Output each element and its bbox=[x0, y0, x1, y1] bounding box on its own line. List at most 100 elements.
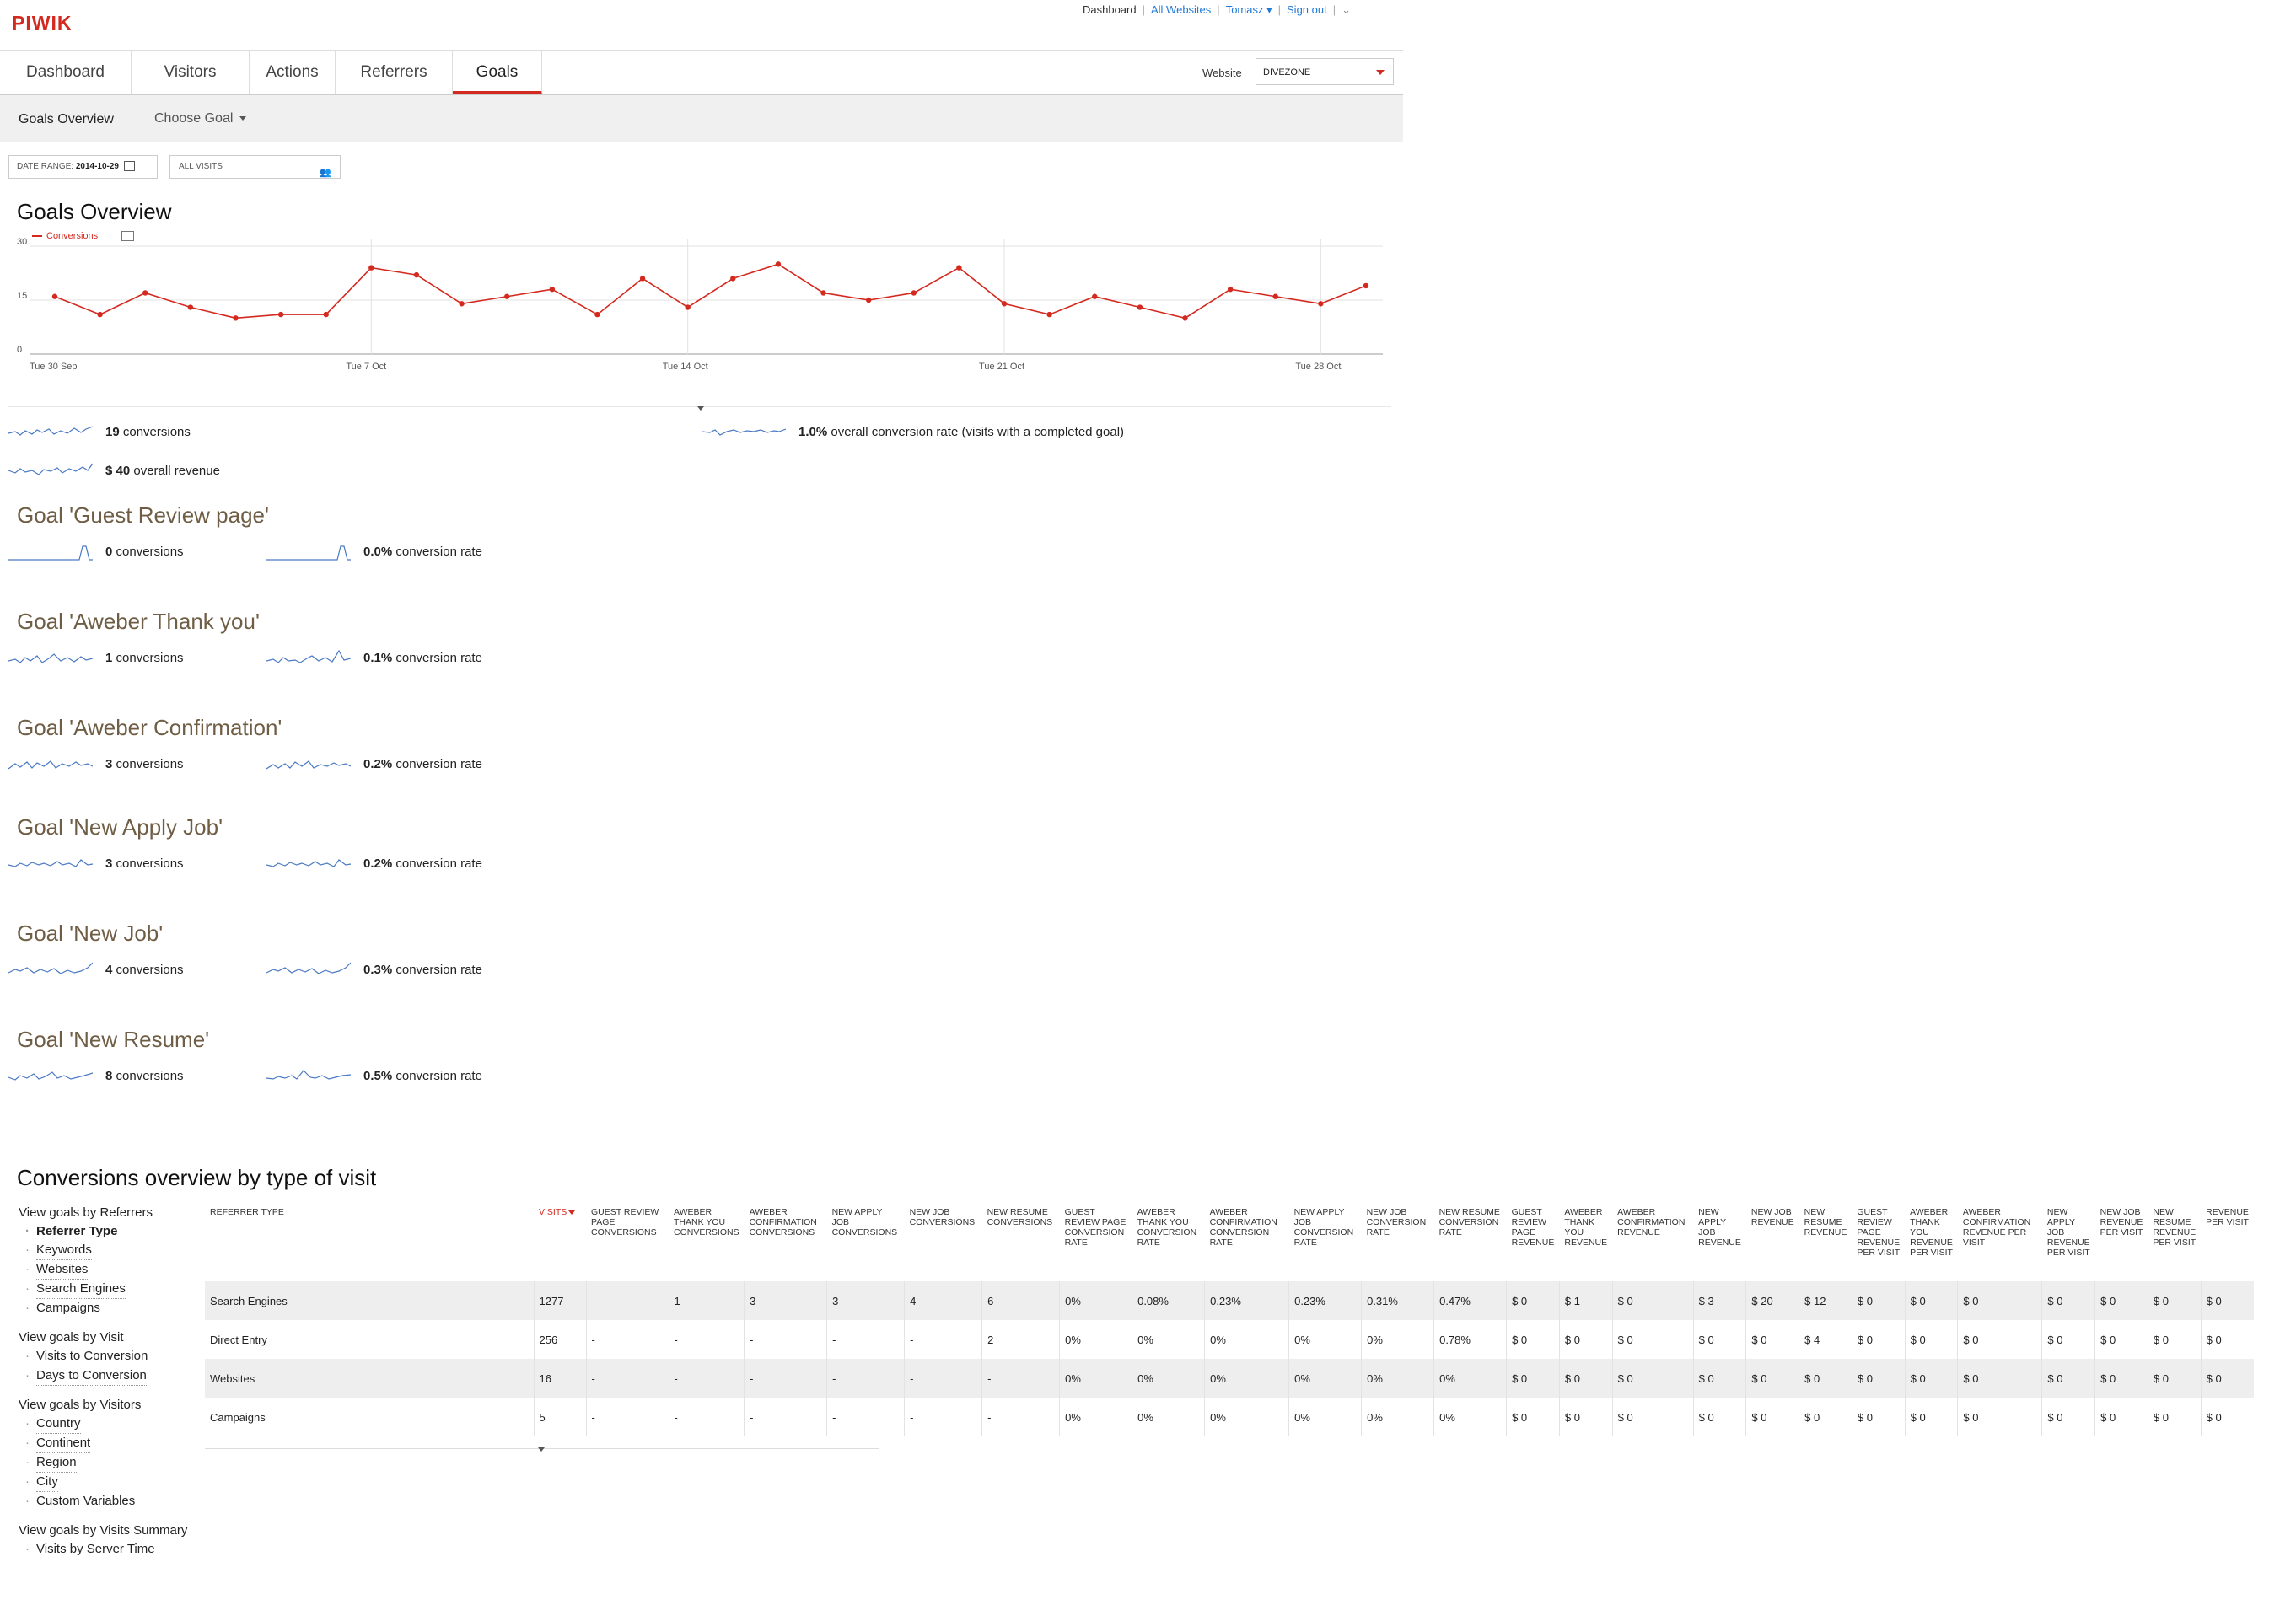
column-header[interactable]: NEW JOB CONVERSIONS bbox=[905, 1204, 982, 1281]
data-point[interactable] bbox=[142, 290, 148, 296]
nav-item-region[interactable]: Region bbox=[25, 1453, 77, 1473]
data-point[interactable] bbox=[459, 301, 465, 307]
sparkline[interactable] bbox=[702, 421, 786, 442]
date-range-picker[interactable]: DATE RANGE: 2014-10-29 bbox=[8, 155, 158, 179]
sparkline[interactable] bbox=[8, 853, 93, 873]
column-header[interactable]: AWEBER THANK YOU REVENUE PER VISIT bbox=[1905, 1204, 1958, 1281]
goal-title[interactable]: Goal 'Aweber Confirmation' bbox=[17, 715, 282, 741]
sparkline[interactable] bbox=[8, 1066, 93, 1086]
column-header[interactable]: AWEBER THANK YOU CONVERSIONS bbox=[669, 1204, 745, 1281]
data-point[interactable] bbox=[1137, 304, 1143, 310]
nav-item-keywords[interactable]: Keywords bbox=[25, 1241, 92, 1260]
data-point[interactable] bbox=[1227, 287, 1234, 293]
segment-selector[interactable]: ALL VISITS 👥 bbox=[169, 155, 341, 179]
column-header[interactable]: NEW JOB CONVERSION RATE bbox=[1362, 1204, 1434, 1281]
goals-overview-link[interactable]: Goals Overview bbox=[19, 112, 114, 127]
goal-title[interactable]: Goal 'Guest Review page' bbox=[17, 502, 269, 529]
sparkline[interactable] bbox=[266, 853, 351, 873]
column-header[interactable]: REFERRER TYPE bbox=[205, 1204, 534, 1281]
user-menu[interactable]: Tomasz ▾ bbox=[1226, 3, 1272, 16]
table-row[interactable]: Websites 16- - - - - -0% 0% 0% 0% 0% 0% $ 0 $ 0 $ 0 $ 0… bbox=[205, 1359, 2254, 1398]
sparkline[interactable] bbox=[266, 1066, 351, 1086]
column-header[interactable]: AWEBER CONFIRMATION REVENUE bbox=[1612, 1204, 1693, 1281]
column-header[interactable]: GUEST REVIEW PAGE REVENUE PER VISIT bbox=[1852, 1204, 1905, 1281]
column-header[interactable]: AWEBER THANK YOU REVENUE bbox=[1559, 1204, 1612, 1281]
nav-item-country[interactable]: Country bbox=[25, 1414, 81, 1434]
column-header[interactable]: GUEST REVIEW PAGE REVENUE bbox=[1507, 1204, 1560, 1281]
goal-title[interactable]: Goal 'Aweber Thank you' bbox=[17, 609, 260, 635]
column-header[interactable]: NEW RESUME REVENUE bbox=[1799, 1204, 1852, 1281]
table-row[interactable]: Direct Entry 256- - - - -2 0% 0% 0% 0% 0% 0.78% $ 0 $… bbox=[205, 1320, 2254, 1359]
column-header[interactable]: NEW JOB REVENUE PER VISIT bbox=[2095, 1204, 2148, 1281]
column-header[interactable]: VISITS bbox=[534, 1204, 586, 1281]
sparkline[interactable] bbox=[8, 754, 93, 774]
tab-goals[interactable]: Goals bbox=[453, 51, 542, 94]
sparkline[interactable] bbox=[8, 421, 93, 442]
column-header[interactable]: NEW JOB REVENUE bbox=[1746, 1204, 1799, 1281]
data-point[interactable] bbox=[1272, 293, 1278, 299]
data-point[interactable] bbox=[685, 304, 691, 310]
nav-item-continent[interactable]: Continent bbox=[25, 1434, 91, 1453]
nav-item-campaigns[interactable]: Campaigns bbox=[25, 1299, 100, 1318]
data-point[interactable] bbox=[775, 261, 782, 267]
column-header[interactable]: NEW APPLY JOB CONVERSIONS bbox=[827, 1204, 905, 1281]
expand-arrow-icon[interactable] bbox=[538, 1447, 545, 1452]
goal-title[interactable]: Goal 'New Apply Job' bbox=[17, 814, 223, 840]
data-point[interactable] bbox=[820, 290, 826, 296]
tab-referrers[interactable]: Referrers bbox=[336, 51, 453, 94]
column-header[interactable]: NEW RESUME CONVERSION RATE bbox=[1434, 1204, 1507, 1281]
data-point[interactable] bbox=[911, 290, 917, 296]
column-header[interactable]: AWEBER CONFIRMATION CONVERSION RATE bbox=[1205, 1204, 1289, 1281]
column-header[interactable]: NEW APPLY JOB CONVERSION RATE bbox=[1289, 1204, 1362, 1281]
data-point[interactable] bbox=[730, 276, 736, 282]
nav-item-days-to-conversion[interactable]: Days to Conversion bbox=[25, 1366, 147, 1386]
all-websites-link[interactable]: All Websites bbox=[1151, 3, 1211, 16]
piwik-logo[interactable]: PIWIK bbox=[12, 12, 72, 35]
nav-item-search-engines[interactable]: Search Engines bbox=[25, 1280, 126, 1299]
goal-title[interactable]: Goal 'New Resume' bbox=[17, 1027, 209, 1053]
dashboard-link[interactable]: Dashboard bbox=[1083, 3, 1137, 16]
nav-item-websites[interactable]: Websites bbox=[25, 1260, 89, 1280]
data-point[interactable] bbox=[187, 304, 194, 310]
column-header[interactable]: NEW RESUME REVENUE PER VISIT bbox=[2148, 1204, 2201, 1281]
data-point[interactable] bbox=[956, 265, 962, 271]
nav-item-visits-by-server-time[interactable]: Visits by Server Time bbox=[25, 1540, 155, 1559]
nav-item-referrer-type[interactable]: Referrer Type bbox=[25, 1222, 117, 1241]
data-point[interactable] bbox=[277, 311, 284, 318]
data-point[interactable] bbox=[594, 311, 600, 318]
data-point[interactable] bbox=[1363, 282, 1369, 289]
website-selector[interactable]: DIVEZONE bbox=[1256, 58, 1394, 85]
column-header[interactable]: NEW APPLY JOB REVENUE bbox=[1693, 1204, 1746, 1281]
column-header[interactable]: AWEBER CONFIRMATION CONVERSIONS bbox=[745, 1204, 827, 1281]
column-header[interactable]: GUEST REVIEW PAGE CONVERSION RATE bbox=[1060, 1204, 1132, 1281]
tab-actions[interactable]: Actions bbox=[250, 51, 336, 94]
nav-item-visits-to-conversion[interactable]: Visits to Conversion bbox=[25, 1347, 148, 1366]
data-point[interactable] bbox=[1046, 311, 1052, 318]
sparkline[interactable] bbox=[266, 541, 351, 561]
choose-goal-dropdown[interactable]: Choose Goal bbox=[154, 111, 247, 126]
data-point[interactable] bbox=[1092, 293, 1098, 299]
sparkline[interactable] bbox=[266, 647, 351, 668]
data-point[interactable] bbox=[1318, 301, 1324, 307]
sparkline[interactable] bbox=[8, 647, 93, 668]
data-point[interactable] bbox=[233, 315, 239, 321]
tab-dashboard[interactable]: Dashboard bbox=[0, 51, 132, 94]
tab-visitors[interactable]: Visitors bbox=[132, 51, 250, 94]
data-point[interactable] bbox=[549, 287, 556, 293]
column-header[interactable]: AWEBER THANK YOU CONVERSION RATE bbox=[1132, 1204, 1205, 1281]
data-point[interactable] bbox=[97, 311, 103, 318]
column-header[interactable]: AWEBER CONFIRMATION REVENUE PER VISIT bbox=[1958, 1204, 2042, 1281]
data-point[interactable] bbox=[639, 276, 646, 282]
nav-item-custom-variables[interactable]: Custom Variables bbox=[25, 1492, 136, 1511]
sparkline[interactable] bbox=[8, 959, 93, 980]
data-point[interactable] bbox=[1001, 301, 1008, 307]
sparkline[interactable] bbox=[8, 460, 93, 480]
nav-item-city[interactable]: City bbox=[25, 1473, 58, 1492]
data-point[interactable] bbox=[368, 265, 374, 271]
sparkline[interactable] bbox=[266, 754, 351, 774]
sparkline[interactable] bbox=[266, 959, 351, 980]
data-point[interactable] bbox=[413, 271, 420, 278]
data-point[interactable] bbox=[51, 293, 58, 299]
data-point[interactable] bbox=[504, 293, 510, 299]
column-header[interactable]: REVENUE PER VISIT bbox=[2201, 1204, 2254, 1281]
